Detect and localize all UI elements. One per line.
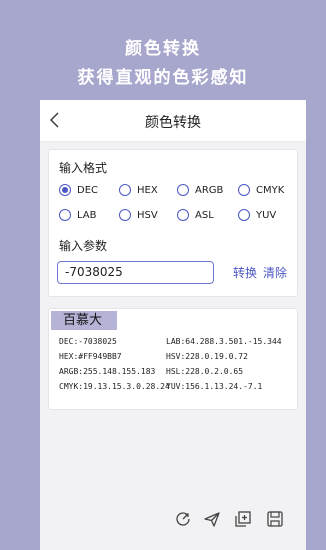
radio-unchecked-icon bbox=[238, 209, 250, 221]
result-card: 百慕大 DEC:-7038025 LAB:64.288.3.501.-15.34… bbox=[48, 308, 298, 410]
radio-hex[interactable]: HEX bbox=[119, 182, 158, 198]
clear-button[interactable]: 清除 bbox=[263, 264, 287, 281]
page-title: 颜色转换 bbox=[145, 115, 201, 131]
cmyk-value: CMYK:19.13.15.3.0.28.24 bbox=[59, 382, 170, 391]
format-label: 输入格式 bbox=[59, 161, 108, 175]
radio-unchecked-icon bbox=[238, 184, 250, 196]
radio-checked-icon bbox=[59, 184, 71, 196]
radio-label: CMYK bbox=[256, 184, 285, 196]
radio-label: HSV bbox=[137, 209, 158, 221]
radio-unchecked-icon bbox=[59, 209, 71, 221]
radio-asl[interactable]: ASL bbox=[177, 207, 214, 223]
radio-argb[interactable]: ARGB bbox=[177, 182, 223, 198]
radio-unchecked-icon bbox=[119, 209, 131, 221]
radio-label: YUV bbox=[256, 209, 277, 221]
app-bar: 颜色转换 bbox=[40, 100, 306, 142]
convert-button[interactable]: 转换 bbox=[233, 264, 257, 281]
radio-label: DEC bbox=[77, 184, 99, 196]
radio-unchecked-icon bbox=[119, 184, 131, 196]
argb-value: ARGB:255.148.155.183 bbox=[59, 367, 156, 376]
share-icon[interactable] bbox=[174, 510, 192, 528]
radio-unchecked-icon bbox=[177, 209, 189, 221]
lab-value: LAB:64.288.3.501.-15.344 bbox=[166, 337, 282, 346]
param-input[interactable]: -7038025 bbox=[57, 261, 214, 284]
dec-value: DEC:-7038025 bbox=[59, 337, 117, 346]
radio-dec[interactable]: DEC bbox=[59, 182, 98, 198]
radio-label: ASL bbox=[195, 209, 214, 221]
radio-unchecked-icon bbox=[177, 184, 189, 196]
radio-hsv[interactable]: HSV bbox=[119, 207, 158, 223]
param-label: 输入参数 bbox=[59, 239, 108, 253]
radio-yuv[interactable]: YUV bbox=[238, 207, 276, 223]
input-card: 输入格式 DEC HEX ARGB CMYK LAB HSV ASL YUV 输… bbox=[48, 149, 298, 297]
hsl-value: HSL:228.0.2.0.65 bbox=[166, 367, 244, 376]
add-icon[interactable] bbox=[234, 510, 252, 528]
app-screen: 颜色转换 输入格式 DEC HEX ARGB CMYK LAB HSV ASL … bbox=[40, 100, 306, 550]
color-name-swatch: 百慕大 bbox=[51, 311, 117, 330]
radio-label: HEX bbox=[137, 184, 158, 196]
promo-subtitle: 获得直观的色彩感知 bbox=[77, 68, 249, 88]
save-icon[interactable] bbox=[266, 510, 284, 528]
radio-label: LAB bbox=[77, 209, 97, 221]
promo-title: 颜色转换 bbox=[125, 39, 201, 59]
radio-lab[interactable]: LAB bbox=[59, 207, 97, 223]
send-icon[interactable] bbox=[203, 510, 221, 528]
hsv-value: HSV:228.0.19.0.72 bbox=[166, 352, 248, 361]
radio-cmyk[interactable]: CMYK bbox=[238, 182, 284, 198]
yuv-value: YUV:156.1.13.24.-7.1 bbox=[166, 382, 263, 391]
hex-value: HEX:#FF949BB7 bbox=[59, 352, 122, 361]
radio-label: ARGB bbox=[195, 184, 224, 196]
